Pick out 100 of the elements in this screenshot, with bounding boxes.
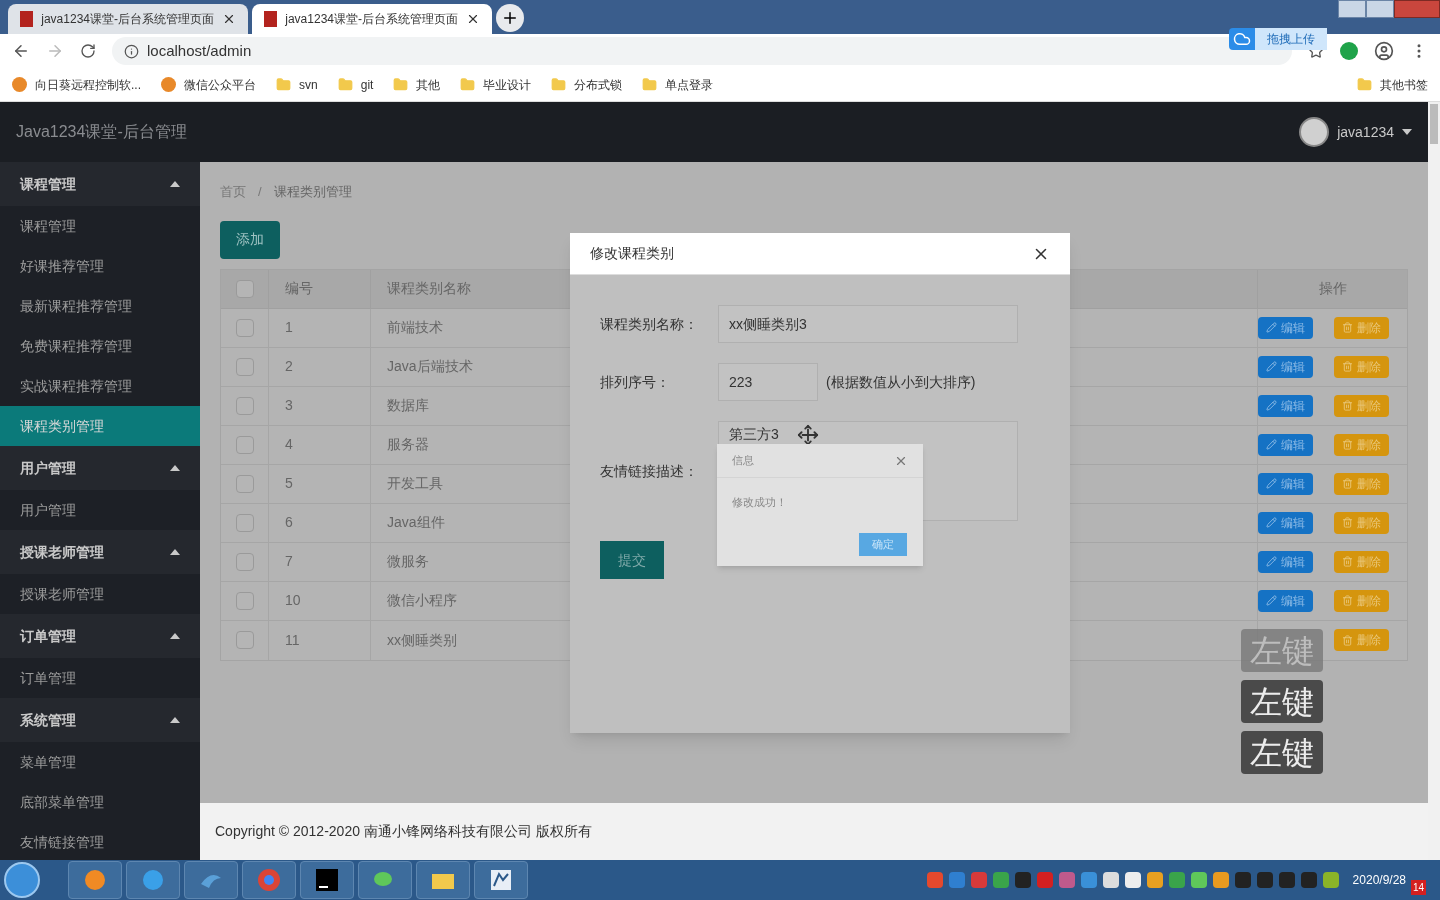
field-label: 友情链接描述： xyxy=(600,461,699,481)
input-field[interactable]: xx侧睡类别3 xyxy=(718,305,1018,343)
field-label: 课程类别名称： xyxy=(600,314,699,334)
row-checkbox[interactable] xyxy=(235,474,254,493)
bookmark-item[interactable]: 单点登录 xyxy=(642,75,714,94)
favicon-icon xyxy=(20,11,34,27)
bookmark-item[interactable]: git xyxy=(337,75,374,94)
row-checkbox[interactable] xyxy=(235,396,254,415)
menu-group[interactable]: 系统管理 xyxy=(0,698,200,742)
ide-icon[interactable] xyxy=(300,861,354,899)
menu-item[interactable]: 用户管理 xyxy=(0,490,200,530)
table-cell-text: 10 xyxy=(285,591,301,610)
brand-title: Java1234课堂-后台管理 xyxy=(16,122,187,142)
bookmark-item[interactable]: 其他书签 xyxy=(1357,75,1428,94)
bookmark-item[interactable]: 向日葵远程控制软... xyxy=(12,75,141,94)
tray-icon[interactable] xyxy=(1146,872,1163,888)
dialog-message: 修改成功！ xyxy=(731,495,788,510)
row-checkbox[interactable] xyxy=(235,279,254,298)
pencil-icon xyxy=(1266,439,1277,450)
trash-icon xyxy=(1342,517,1353,528)
bookmark-item[interactable]: svn xyxy=(276,75,318,94)
reload-icon[interactable] xyxy=(80,43,96,59)
key-indicator: 左键 xyxy=(1241,731,1323,774)
folder-icon xyxy=(1357,77,1372,92)
menu-item[interactable]: 友情链接管理 xyxy=(0,822,200,860)
browser-tab[interactable]: java1234课堂-后台系统管理页面 xyxy=(252,4,492,34)
table-cell-text: 微服务 xyxy=(387,552,429,571)
close-window-button[interactable] xyxy=(1394,0,1440,18)
menu-group[interactable]: 课程管理 xyxy=(0,162,200,206)
folder-icon[interactable] xyxy=(416,861,470,899)
forward-icon[interactable] xyxy=(46,42,64,60)
bookmark-item[interactable]: 毕业设计 xyxy=(460,75,532,94)
column-header: 操作 xyxy=(1257,269,1407,308)
profile-icon[interactable] xyxy=(1374,41,1394,61)
menu-item[interactable]: 底部菜单管理 xyxy=(0,782,200,822)
tab-title: java1234课堂-后台系统管理页面 xyxy=(41,11,214,28)
tray-icon[interactable] xyxy=(1102,872,1119,888)
trash-icon xyxy=(1342,322,1353,333)
table-cell-text: 3 xyxy=(285,396,293,415)
modal-title: 修改课程类别 xyxy=(590,244,674,263)
clock-date: 2020/9/28 xyxy=(1352,872,1406,889)
pencil-icon xyxy=(1266,361,1277,372)
back-icon[interactable] xyxy=(12,42,30,60)
table-cell-text: 1 xyxy=(285,318,293,337)
row-checkbox[interactable] xyxy=(235,357,254,376)
menu-item[interactable]: 课程管理 xyxy=(0,206,200,246)
close-icon[interactable] xyxy=(466,12,480,26)
chat-icon[interactable] xyxy=(358,861,412,899)
bookmark-item[interactable]: 其他 xyxy=(393,75,441,94)
bookmark-item[interactable]: 分布式锁 xyxy=(551,75,623,94)
row-checkbox[interactable] xyxy=(235,435,254,454)
tray-icon[interactable] xyxy=(1322,872,1339,888)
menu-item[interactable]: 授课老师管理 xyxy=(0,574,200,614)
start-button[interactable] xyxy=(4,862,40,898)
breadcrumb-current: 课程类别管理 xyxy=(273,183,352,201)
menu-item[interactable]: 实战课程推荐管理 xyxy=(0,366,200,406)
new-tab-button[interactable] xyxy=(496,4,524,32)
menu-item[interactable]: 订单管理 xyxy=(0,658,200,698)
menu-group[interactable]: 订单管理 xyxy=(0,614,200,658)
close-icon[interactable] xyxy=(222,12,236,26)
table-cell-text: 11 xyxy=(285,630,300,650)
menu-item[interactable]: 最新课程推荐管理 xyxy=(0,286,200,326)
menu-group[interactable]: 授课老师管理 xyxy=(0,530,200,574)
dolphin-icon[interactable] xyxy=(184,861,238,899)
menu-item[interactable]: 免费课程推荐管理 xyxy=(0,326,200,366)
tray-icon[interactable] xyxy=(1124,872,1141,888)
trash-icon xyxy=(1342,595,1353,606)
maximize-button[interactable] xyxy=(1366,0,1394,18)
pencil-icon xyxy=(1266,478,1277,489)
menu-item[interactable]: 课程类别管理 xyxy=(0,406,200,446)
tray-icon[interactable] xyxy=(1212,872,1229,888)
row-checkbox[interactable] xyxy=(235,513,254,532)
breadcrumb-separator: / xyxy=(257,183,263,201)
tray-icon[interactable] xyxy=(1190,872,1207,888)
table-cell-text: 服务器 xyxy=(387,435,429,454)
field-hint: (根据数值从小到大排序) xyxy=(826,372,976,392)
row-checkbox[interactable] xyxy=(235,318,254,337)
extension-icon[interactable] xyxy=(1340,42,1358,60)
plus-icon xyxy=(501,9,519,27)
table-cell-text: Java组件 xyxy=(387,513,445,532)
caret-up-icon xyxy=(170,633,180,639)
pencil-icon xyxy=(1266,517,1277,528)
browser-tab[interactable]: java1234课堂-后台系统管理页面 xyxy=(8,4,248,34)
column-header: 编号 xyxy=(269,269,371,308)
minimize-button[interactable] xyxy=(1338,0,1366,18)
input-field[interactable]: 223 xyxy=(718,363,818,401)
bookmark-item[interactable]: 微信公众平台 xyxy=(161,75,256,94)
app-icon[interactable] xyxy=(474,861,528,899)
menu-group[interactable]: 用户管理 xyxy=(0,446,200,490)
add-button[interactable]: 添加 xyxy=(220,220,280,259)
table-cell-text: 前端技术 xyxy=(387,318,443,337)
menu-item[interactable]: 菜单管理 xyxy=(0,742,200,782)
row-checkbox[interactable] xyxy=(235,631,254,649)
row-checkbox[interactable] xyxy=(235,552,254,571)
row-checkbox[interactable] xyxy=(235,591,254,610)
upload-tooltip[interactable]: 拖拽上传 xyxy=(1229,28,1327,50)
table-cell-text: 7 xyxy=(285,552,293,571)
user-menu[interactable]: java1234 xyxy=(1299,117,1412,147)
pencil-icon xyxy=(1266,322,1277,333)
menu-item[interactable]: 好课推荐管理 xyxy=(0,246,200,286)
